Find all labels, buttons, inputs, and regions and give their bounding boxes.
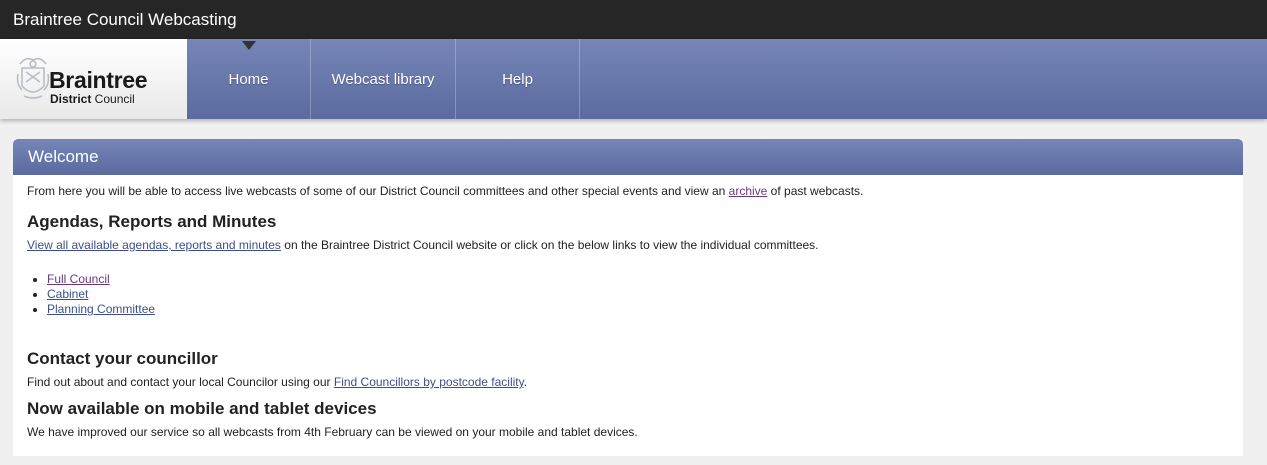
archive-link[interactable]: archive [729, 184, 768, 198]
committee-link-planning[interactable]: Planning Committee [47, 302, 155, 316]
committee-link-full-council[interactable]: Full Council [47, 272, 110, 286]
logo-subtitle-rest: Council [91, 92, 135, 106]
all-agendas-link[interactable]: View all available agendas, reports and … [27, 238, 281, 252]
welcome-intro-text: From here you will be able to access liv… [27, 184, 729, 198]
welcome-intro-text-end: of past webcasts. [767, 184, 864, 198]
mobile-text: We have improved our service so all webc… [27, 425, 638, 439]
contact-text-before: Find out about and contact your local Co… [27, 375, 334, 389]
find-councillors-link[interactable]: Find Councillors by postcode facility [334, 375, 524, 389]
agendas-heading: Agendas, Reports and Minutes [27, 212, 277, 231]
main-nav: Braintree District Council Home Webcast … [0, 39, 1267, 119]
logo-subtitle: District Council [50, 93, 135, 105]
logo-subtitle-bold: District [50, 92, 92, 106]
agendas-intro: View all available agendas, reports and … [27, 238, 1229, 253]
contact-text-after: . [523, 375, 528, 389]
nav-item-home[interactable]: Home [187, 39, 311, 119]
nav-item-webcast-library-label: Webcast library [331, 70, 435, 88]
agendas-intro-text: on the Braintree District Council websit… [280, 238, 819, 252]
welcome-panel-header: Welcome [13, 139, 1243, 175]
site-title: Braintree Council Webcasting [13, 10, 237, 29]
nav-item-help[interactable]: Help [456, 39, 580, 119]
list-item: Full Council [47, 272, 1229, 287]
contact-heading: Contact your councillor [27, 349, 218, 368]
logo-wordmark: Braintree [49, 67, 148, 93]
crest-icon [16, 57, 50, 99]
active-indicator-icon [241, 41, 256, 50]
list-item: Cabinet [47, 287, 1229, 302]
committee-list: Full Council Cabinet Planning Committee [47, 272, 1229, 317]
nav-item-webcast-library[interactable]: Webcast library [311, 39, 456, 119]
contact-text: Find out about and contact your local Co… [27, 375, 1229, 390]
welcome-intro: From here you will be able to access liv… [27, 184, 1229, 199]
welcome-panel-body: From here you will be able to access liv… [13, 175, 1243, 449]
mobile-heading: Now available on mobile and tablet devic… [27, 399, 377, 418]
welcome-panel: Welcome From here you will be able to ac… [13, 139, 1243, 456]
site-title-bar: Braintree Council Webcasting [0, 0, 1267, 39]
nav-item-help-label: Help [502, 70, 533, 88]
nav-item-home-label: Home [228, 70, 269, 88]
welcome-title: Welcome [28, 147, 99, 166]
list-item: Planning Committee [47, 302, 1229, 317]
committee-link-cabinet[interactable]: Cabinet [47, 287, 88, 301]
council-logo[interactable]: Braintree District Council [0, 39, 187, 119]
